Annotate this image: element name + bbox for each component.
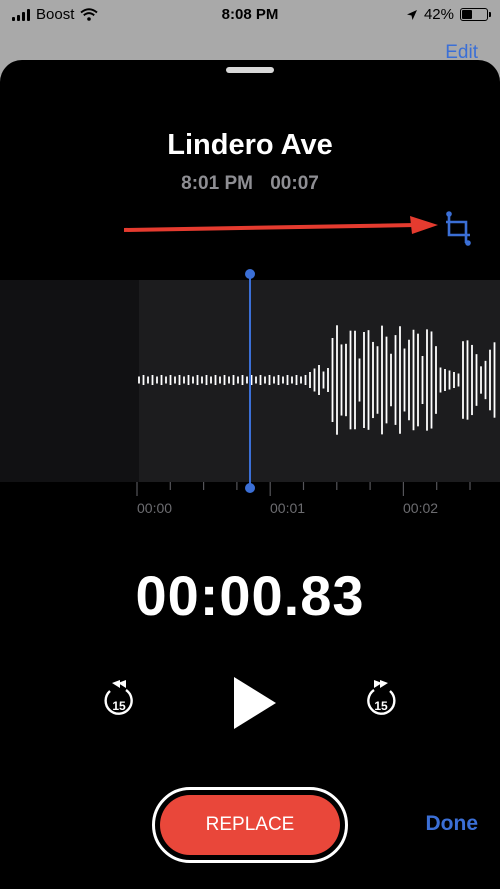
status-right: 42% — [406, 6, 491, 23]
recording-meta: 8:01 PM 00:07 — [0, 173, 500, 195]
sheet-grabber[interactable] — [226, 67, 274, 73]
replace-button[interactable]: REPLACE — [152, 787, 348, 863]
replace-label: REPLACE — [160, 795, 340, 855]
recording-time: 8:01 PM — [181, 173, 253, 194]
play-button[interactable] — [226, 673, 282, 733]
tick-label: 00:01 — [270, 500, 306, 516]
wifi-icon — [80, 8, 98, 21]
recording-title: Lindero Ave — [167, 129, 333, 161]
carrier-label: Boost — [36, 6, 75, 23]
skip-forward-15-button[interactable]: 15 — [361, 677, 401, 725]
skip-back-15-button[interactable]: 15 — [99, 677, 139, 725]
elapsed-timer: 00:00.83 — [135, 564, 365, 627]
skip-forward-amount: 15 — [374, 699, 388, 713]
battery-icon — [460, 8, 491, 21]
playhead[interactable] — [241, 265, 259, 497]
location-icon — [406, 9, 417, 20]
status-left: Boost — [12, 6, 98, 23]
signal-icon — [12, 8, 30, 21]
battery-level — [462, 10, 472, 19]
status-bar: Boost 8:08 PM 42% — [0, 0, 500, 30]
trim-icon[interactable] — [440, 209, 476, 249]
tick-label: 00:02 — [403, 500, 439, 516]
tick-label: 00:00 — [137, 500, 173, 516]
recording-duration: 00:07 — [270, 173, 319, 194]
recording-sheet: Lindero Ave 8:01 PM 00:07 00:00 00:01 00… — [0, 60, 500, 889]
skip-back-amount: 15 — [112, 699, 126, 713]
annotation-arrow — [124, 216, 438, 234]
battery-percent: 42% — [423, 6, 454, 23]
done-button[interactable]: Done — [426, 812, 479, 836]
